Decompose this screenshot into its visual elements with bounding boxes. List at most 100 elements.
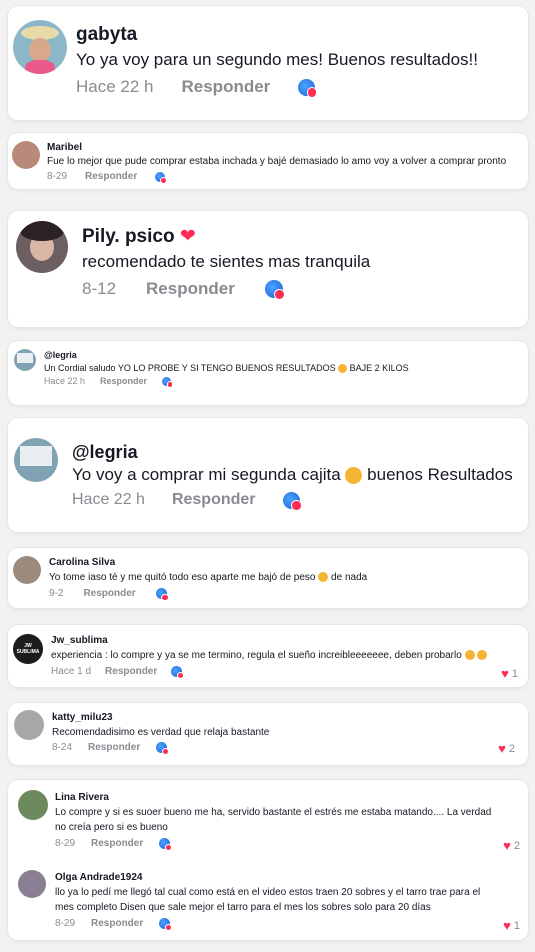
comment-text-line2: mes completo Disen que sale mejor el tar… (55, 902, 431, 913)
comment-time: 8-29 (47, 171, 68, 182)
comment-meta: Hace 22 h Responder (76, 77, 318, 98)
heart-icon: ♥ (501, 666, 509, 681)
smiley-emoji-icon (464, 650, 475, 661)
reply-button[interactable]: Responder (91, 918, 143, 929)
comment-text: Un Cordial saludo YO LO PROBE Y SI TENGO… (44, 363, 409, 374)
like-button[interactable]: ♥ 1 (503, 918, 520, 933)
reply-button[interactable]: Responder (172, 491, 256, 509)
avatar[interactable] (14, 438, 58, 482)
comment-text-part: experiencia : lo compre y ya se me termi… (51, 650, 462, 661)
comment-text: Fue lo mejor que pude comprar estaba inc… (47, 156, 507, 167)
reply-button[interactable]: Responder (85, 171, 137, 182)
super-badge-icon (155, 588, 169, 601)
avatar[interactable] (18, 790, 48, 820)
avatar[interactable] (13, 20, 67, 74)
comment-meta: 8-12 Responder (82, 279, 285, 300)
like-count: 2 (513, 839, 520, 852)
reply-button[interactable]: Responder (105, 666, 157, 677)
comment-card: Carolina Silva Yo tome iaso té y me quit… (8, 548, 528, 608)
comment-text-part: de nada (331, 572, 368, 583)
reply-button[interactable]: Responder (91, 838, 143, 849)
reply-button[interactable]: Responder (146, 279, 235, 299)
comment-username[interactable]: Pily. psico ❤ (82, 225, 196, 248)
smiley-emoji-icon (318, 572, 329, 583)
reply-button[interactable]: Responder (88, 742, 140, 753)
comment-username[interactable]: katty_milu23 (52, 712, 113, 723)
comment-time: Hace 22 h (72, 491, 145, 508)
comment-text-part: Un Cordial saludo YO LO PROBE Y SI TENGO… (44, 363, 336, 373)
comment-card: Maribel Fue lo mejor que pude comprar es… (8, 133, 528, 189)
heart-icon: ❤ (179, 226, 196, 247)
comment-text-part: buenos Resultados (367, 465, 513, 484)
super-badge-icon (264, 280, 285, 300)
comment-username[interactable]: gabyta (76, 24, 137, 46)
comment-username[interactable]: Olga Andrade1924 (55, 872, 142, 883)
comment-card: gabyta Yo ya voy para un segundo mes! Bu… (8, 6, 528, 120)
avatar[interactable] (14, 349, 36, 371)
comment-username[interactable]: @legria (44, 350, 77, 360)
like-count: 2 (508, 742, 515, 755)
comment-card: JW SUBLIMA Jw_sublima experiencia : lo c… (8, 625, 528, 687)
avatar[interactable] (12, 141, 40, 169)
super-badge-icon (156, 742, 170, 755)
comment-meta: Hace 22 h Responder (44, 376, 174, 388)
avatar[interactable] (16, 221, 68, 273)
super-badge-icon (171, 666, 185, 679)
comment-text: llo ya lo pedí me llegó tal cual como es… (55, 887, 481, 898)
smiley-emoji-icon (338, 364, 348, 374)
comment-text-part: Yo tome iaso té y me quitó todo eso apar… (49, 572, 316, 583)
heart-icon: ♥ (503, 838, 511, 853)
comment-meta: Hace 22 h Responder (72, 491, 302, 511)
like-button[interactable]: ♥ 2 (503, 838, 520, 853)
super-badge-icon (155, 171, 168, 184)
reply-button[interactable]: Responder (100, 376, 147, 386)
comment-card: Lina Rivera Lo compre y si es suoer buen… (8, 780, 528, 940)
reply-button[interactable]: Responder (83, 588, 135, 599)
reply-button[interactable]: Responder (182, 77, 271, 97)
super-badge-icon (159, 838, 173, 851)
like-count: 1 (513, 919, 520, 932)
comment-username[interactable]: Jw_sublima (51, 635, 108, 646)
avatar-logo-text: JW SUBLIMA (16, 643, 40, 655)
avatar[interactable] (14, 710, 44, 740)
comment-username[interactable]: @legria (72, 442, 138, 463)
comment-text-part: BAJE 2 KILOS (349, 363, 409, 373)
like-count: 1 (511, 667, 518, 680)
comment-text: recomendado te sientes mas tranquila (82, 252, 371, 271)
comment-username[interactable]: Carolina Silva (49, 557, 115, 568)
like-button[interactable]: ♥ 2 (498, 741, 515, 756)
super-badge-icon (282, 491, 302, 511)
comment-text: Yo tome iaso té y me quitó todo eso apar… (49, 572, 367, 583)
comment-username[interactable]: Lina Rivera (55, 792, 109, 803)
comment-time: 8-24 (52, 742, 73, 753)
avatar[interactable] (18, 870, 46, 898)
comment-text: experiencia : lo compre y ya se me termi… (51, 650, 488, 661)
comment-card: Pily. psico ❤ recomendado te sientes mas… (8, 211, 528, 327)
comment-meta: 8-24 Responder (52, 742, 170, 755)
super-badge-icon (159, 918, 173, 931)
comment-time: Hace 22 h (76, 77, 154, 96)
comment-username[interactable]: Maribel (47, 142, 82, 153)
comment-text: Recomendadisimo es verdad que relaja bas… (52, 727, 270, 738)
comment-time: Hace 22 h (44, 376, 86, 386)
comment-meta: Hace 1 d Responder (51, 666, 185, 679)
super-badge-icon (298, 78, 318, 98)
avatar[interactable]: JW SUBLIMA (13, 634, 43, 664)
comment-text: Yo voy a comprar mi segunda cajita bueno… (72, 465, 513, 485)
like-button[interactable]: ♥ 1 (501, 666, 518, 681)
comment-meta: 9-2 Responder (49, 588, 169, 601)
comment-time: 8-29 (55, 918, 76, 929)
smiley-emoji-icon (345, 467, 363, 485)
avatar[interactable] (13, 556, 41, 584)
username-text[interactable]: Pily. psico (82, 226, 175, 247)
comment-meta: 8-29 Responder (55, 918, 173, 931)
comment-time: Hace 1 d (51, 666, 92, 677)
comment-text: Lo compre y si es suoer bueno me ha, ser… (55, 807, 492, 818)
smiley-emoji-icon (477, 650, 488, 661)
comment-text-part: Yo voy a comprar mi segunda cajita (72, 465, 341, 484)
comment-time: 9-2 (49, 588, 64, 599)
super-badge-icon (162, 376, 174, 388)
comment-meta: 8-29 Responder (47, 171, 168, 184)
comment-time: 8-29 (55, 838, 76, 849)
comment-card: katty_milu23 Recomendadisimo es verdad q… (8, 703, 528, 765)
